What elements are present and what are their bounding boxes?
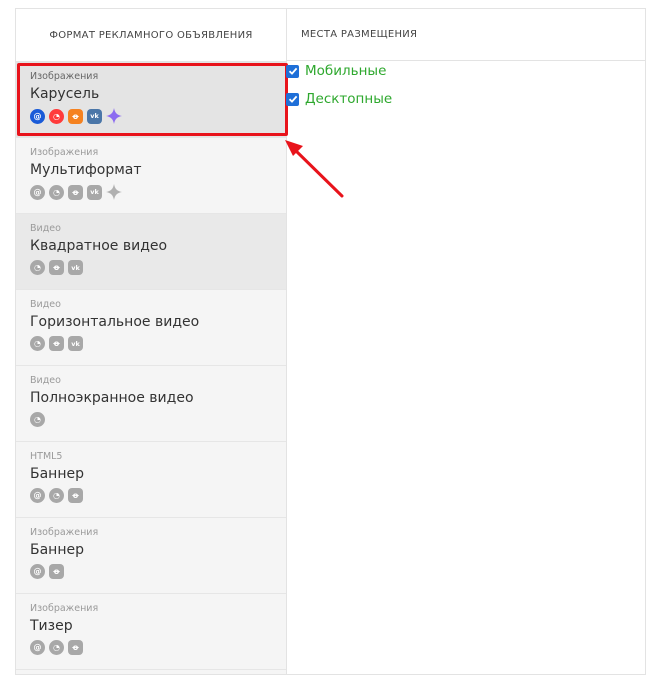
format-column: ФОРМАТ РЕКЛАМНОГО ОБЪЯВЛЕНИЯ Изображения… (16, 9, 288, 674)
format-category: Видео (30, 223, 61, 234)
mytarget-icon: ◔ (30, 412, 45, 427)
vk-icon: vk (68, 260, 83, 275)
placement-checkbox[interactable] (286, 64, 299, 78)
odnoklassniki-icon: ꝋ (68, 640, 83, 655)
format-name: Полноэкранное видео (30, 390, 194, 406)
odnoklassniki-icon: ꝋ (68, 108, 83, 124)
format-item[interactable]: Изображения Мультиформат @ ◔ ꝋ vk (16, 138, 286, 214)
mail-icon: @ (30, 488, 45, 503)
platform-icons: ◔ ꝋ vk (30, 260, 286, 275)
sparkle-icon (106, 108, 122, 124)
placements-list: Мобильные Десктопные (286, 60, 392, 116)
odnoklassniki-icon: ꝋ (49, 336, 64, 351)
platform-icons: @ ◔ ꝋ vk (30, 108, 286, 124)
format-category: HTML5 (30, 451, 63, 462)
format-column-header: ФОРМАТ РЕКЛАМНОГО ОБЪЯВЛЕНИЯ (16, 9, 286, 62)
format-category: Изображения (30, 147, 99, 158)
mail-icon: @ (30, 108, 45, 124)
format-name: Баннер (30, 466, 84, 482)
placement-checkbox[interactable] (286, 92, 299, 106)
format-item[interactable]: Изображения Тизер @ ◔ ꝋ (16, 594, 286, 670)
mytarget-icon: ◔ (49, 640, 64, 655)
vk-icon: vk (87, 108, 102, 124)
format-category: Изображения (30, 603, 99, 614)
format-item[interactable]: HTML5 Баннер @ ◔ ꝋ (16, 442, 286, 518)
mytarget-icon: ◔ (49, 488, 64, 503)
mytarget-icon: ◔ (49, 184, 64, 200)
platform-icons: ◔ ꝋ vk (30, 336, 286, 351)
format-item[interactable]: Изображения Баннер @ ꝋ (16, 518, 286, 594)
format-item[interactable]: Видео Квадратное видео ◔ ꝋ vk (16, 214, 286, 290)
placements-column-header: МЕСТА РАЗМЕЩЕНИЯ (287, 9, 645, 61)
platform-icons: @ ◔ ꝋ (30, 640, 286, 655)
odnoklassniki-icon: ꝋ (68, 184, 83, 200)
platform-icons: @ ꝋ (30, 564, 286, 579)
mytarget-icon: ◔ (49, 108, 64, 124)
sparkle-icon (106, 184, 122, 200)
format-item[interactable]: Видео Полноэкранное видео ◔ (16, 366, 286, 442)
vk-icon: vk (68, 336, 83, 351)
format-name: Карусель (30, 86, 100, 102)
format-list: Изображения Карусель @ ◔ ꝋ vk Изображения Мульт… (16, 62, 288, 670)
mytarget-icon: ◔ (30, 260, 45, 275)
odnoklassniki-icon: ꝋ (68, 488, 83, 503)
format-name: Квадратное видео (30, 238, 168, 254)
platform-icons: ◔ (30, 412, 286, 427)
format-item[interactable]: Изображения Карусель @ ◔ ꝋ vk (16, 62, 288, 138)
mail-icon: @ (30, 640, 45, 655)
mytarget-icon: ◔ (30, 336, 45, 351)
format-name: Горизонтальное видео (30, 314, 200, 330)
mail-icon: @ (30, 564, 45, 579)
format-name: Баннер (30, 542, 84, 558)
platform-icons: @ ◔ ꝋ vk (30, 184, 286, 200)
format-category: Изображения (30, 71, 99, 82)
placement-option[interactable]: Мобильные (286, 60, 392, 82)
format-item[interactable]: Видео Горизонтальное видео ◔ ꝋ vk (16, 290, 286, 366)
odnoklassniki-icon: ꝋ (49, 564, 64, 579)
placement-label: Десктопные (305, 91, 393, 107)
platform-icons: @ ◔ ꝋ (30, 488, 286, 503)
placement-label: Мобильные (305, 63, 387, 79)
placement-option[interactable]: Десктопные (286, 88, 392, 110)
format-name: Мультиформат (30, 162, 142, 178)
mail-icon: @ (30, 184, 45, 200)
vk-icon: vk (87, 184, 102, 200)
format-category: Изображения (30, 527, 99, 538)
format-category: Видео (30, 299, 61, 310)
odnoklassniki-icon: ꝋ (49, 260, 64, 275)
format-name: Тизер (30, 618, 73, 634)
format-category: Видео (30, 375, 61, 386)
